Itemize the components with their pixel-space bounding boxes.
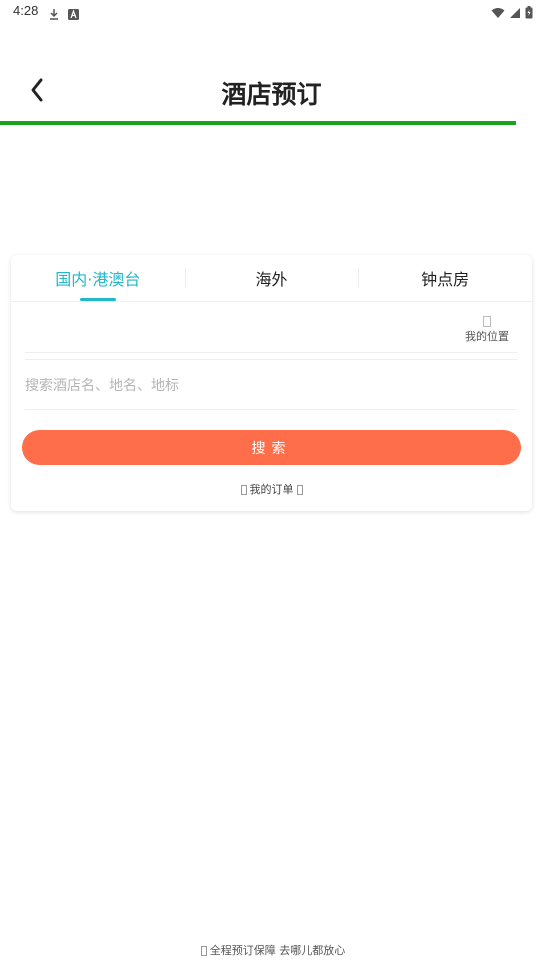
a-icon <box>68 5 80 20</box>
tab-overseas[interactable]: 海外 <box>184 255 359 301</box>
header-accent-line <box>0 121 516 125</box>
footer-guarantee: 全程预订保障 去哪儿都放心 <box>0 942 543 958</box>
tab-active-indicator <box>79 298 116 301</box>
search-input[interactable] <box>25 363 517 410</box>
tab-label: 海外 <box>255 270 288 289</box>
status-bar: 4:28 <box>0 0 543 24</box>
my-location-button[interactable]: 我的位置 <box>457 316 517 344</box>
destination-row[interactable]: 我的位置 <box>25 302 517 353</box>
signal-icon <box>509 4 521 23</box>
battery-icon <box>525 4 533 23</box>
tab-bar: 国内·港澳台 海外 钟点房 <box>11 255 532 302</box>
tab-domestic[interactable]: 国内·港澳台 <box>11 255 185 301</box>
tab-hourly[interactable]: 钟点房 <box>358 255 532 301</box>
divider <box>25 359 517 360</box>
my-location-label: 我的位置 <box>465 330 509 343</box>
search-button[interactable]: 搜索 <box>22 430 521 465</box>
location-icon <box>483 316 491 327</box>
tab-label: 钟点房 <box>421 270 470 289</box>
wifi-icon <box>491 4 505 23</box>
download-icon <box>48 5 60 20</box>
page-title: 酒店预订 <box>221 80 322 109</box>
status-time: 4:28 <box>13 3 39 18</box>
footer-text: 全程预订保障 去哪儿都放心 <box>209 944 346 957</box>
chevron-right-icon <box>296 485 303 495</box>
tab-label: 国内·港澳台 <box>55 270 141 289</box>
shield-icon <box>200 946 207 956</box>
my-orders-label: 我的订单 <box>249 483 294 496</box>
status-icons-right <box>491 4 533 23</box>
header: 酒店预订 <box>0 60 543 124</box>
hotel-search-card: 国内·港澳台 海外 钟点房 我的位置 搜索 我的订单 <box>11 255 532 511</box>
order-icon <box>240 485 247 495</box>
my-orders-link[interactable]: 我的订单 <box>11 481 532 497</box>
